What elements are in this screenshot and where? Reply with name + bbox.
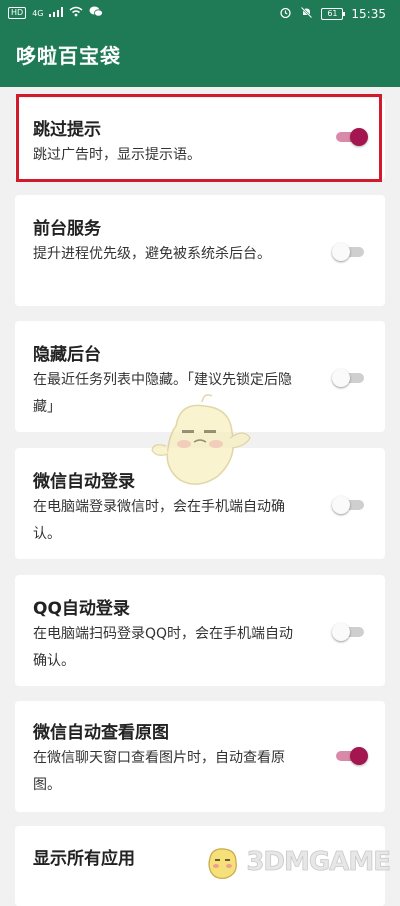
setting-title: 显示所有应用: [33, 849, 135, 869]
wechat-auto-login-toggle[interactable]: [332, 496, 366, 514]
watermark: 3DMGAME: [202, 842, 391, 882]
setting-qq-auto-login[interactable]: QQ自动登录 在电脑端扫码登录QQ时，会在手机端自动确认。: [15, 575, 385, 686]
setting-title: 跳过提示: [33, 120, 101, 140]
hd-badge: HD: [8, 7, 27, 19]
alarm-icon: [279, 6, 292, 22]
setting-description: 在微信聊天窗口查看图片时，自动查看原图。: [33, 750, 285, 793]
setting-description: 提升进程优先级，避免被系统杀后台。: [33, 246, 271, 262]
network-badge: 4G: [32, 8, 44, 18]
qq-auto-login-toggle[interactable]: [332, 623, 366, 641]
hide-background-toggle[interactable]: [332, 369, 366, 387]
wechat-icon: [89, 6, 104, 20]
setting-title: 隐藏后台: [33, 345, 101, 365]
setting-title: 微信自动查看原图: [33, 723, 169, 743]
status-time: 15:35: [351, 7, 386, 21]
watermark-text: 3DMGAME: [246, 847, 391, 878]
app-title: 哆啦百宝袋: [16, 44, 121, 68]
status-bar: HD 4G 61 15:35: [0, 0, 400, 28]
signal-icon: [49, 6, 64, 20]
setting-description: 跳过广告时，显示提示语。: [33, 147, 201, 163]
wechat-original-image-toggle[interactable]: [334, 747, 368, 765]
mascot-watermark-icon: [151, 394, 251, 485]
battery-icon: 61: [321, 8, 346, 20]
skip-tip-toggle[interactable]: [334, 128, 368, 146]
mute-bell-icon: [300, 6, 313, 22]
app-bar: HD 4G 61 15:35 哆啦百宝袋: [0, 0, 400, 87]
setting-title: 前台服务: [33, 219, 101, 239]
setting-foreground-service[interactable]: 前台服务 提升进程优先级，避免被系统杀后台。: [15, 195, 385, 306]
mascot-logo-icon: [208, 848, 238, 879]
wifi-icon: [69, 6, 83, 20]
setting-title: QQ自动登录: [33, 599, 130, 619]
setting-skip-tip[interactable]: 跳过提示 跳过广告时，显示提示语。: [15, 98, 385, 180]
foreground-service-toggle[interactable]: [332, 243, 366, 261]
setting-title: 微信自动登录: [33, 472, 135, 492]
setting-description: 在电脑端登录微信时，会在手机端自动确认。: [33, 499, 285, 542]
setting-wechat-original-image[interactable]: 微信自动查看原图 在微信聊天窗口查看图片时，自动查看原图。: [15, 701, 385, 812]
setting-description: 在电脑端扫码登录QQ时，会在手机端自动确认。: [33, 626, 294, 669]
